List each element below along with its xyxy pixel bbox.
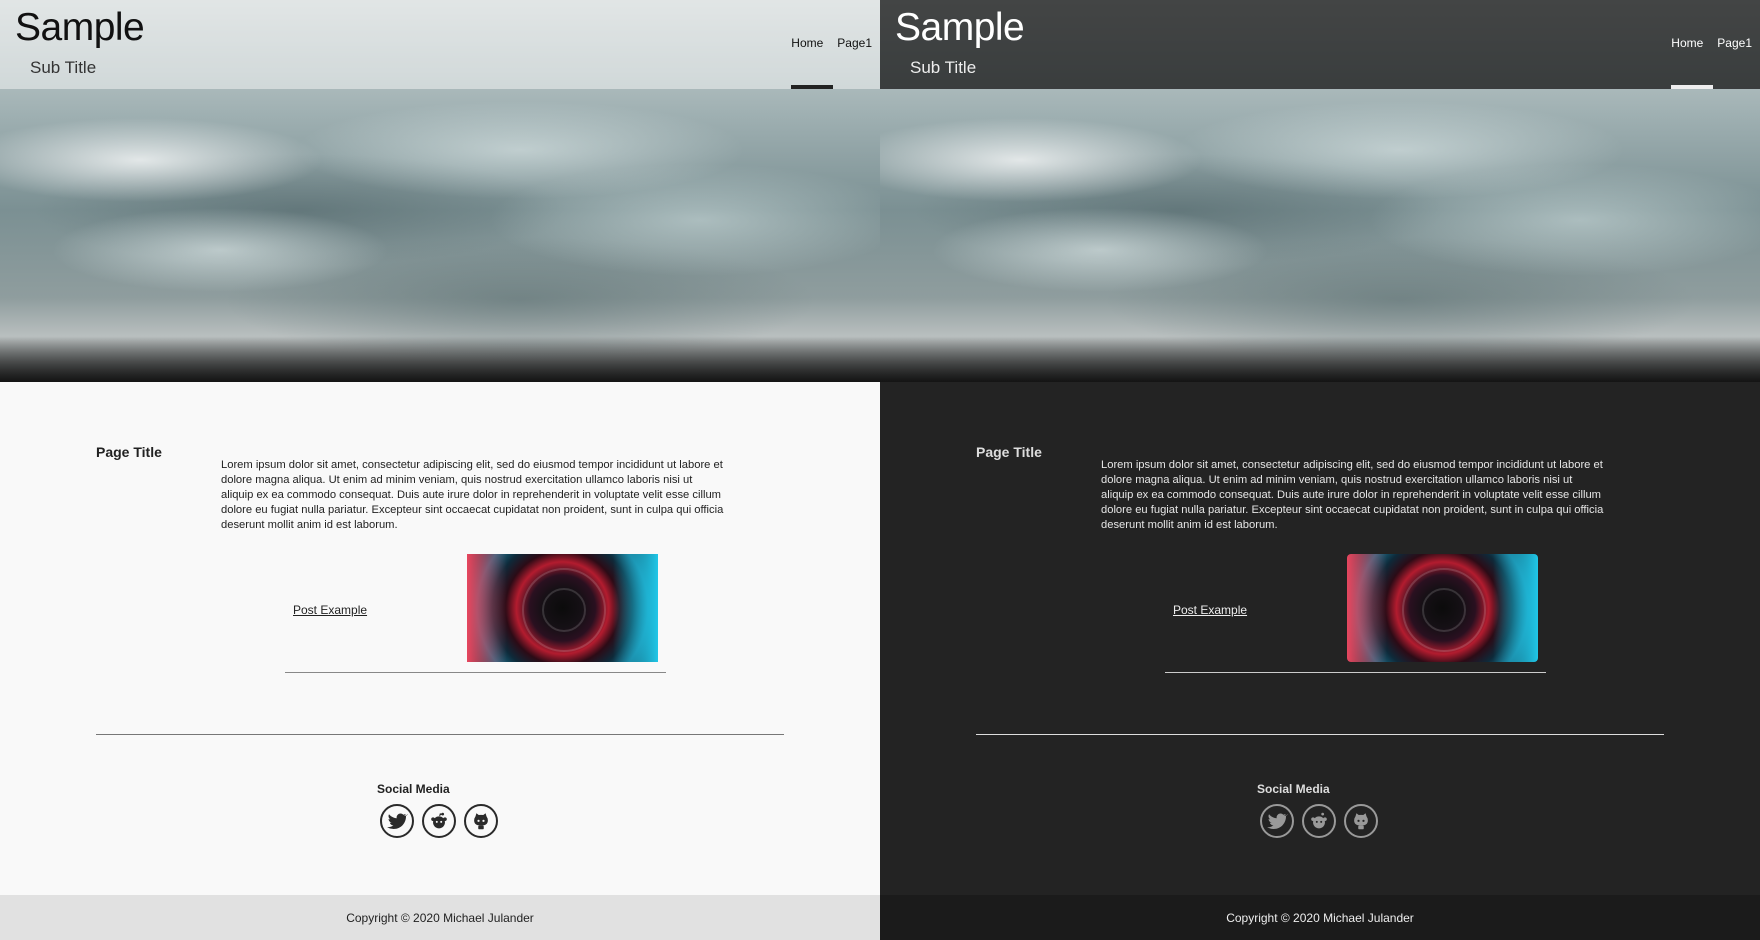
site-footer: Copyright © 2020 Michael Julander [880,895,1760,940]
content-divider [976,734,1664,735]
social-icons [1260,804,1378,838]
nav-page1[interactable]: Page1 [837,36,872,50]
post-thumbnail-image[interactable] [1347,554,1538,662]
lens-glow-right [1493,554,1538,662]
post-divider [1165,672,1546,673]
reddit-icon[interactable] [422,804,456,838]
post-example-link[interactable]: Post Example [293,603,367,617]
social-media-title: Social Media [1257,782,1330,796]
copyright-text: Copyright © 2020 Michael Julander [346,910,534,925]
site-title: Sample [15,6,145,49]
social-icons [380,804,498,838]
post-example-link[interactable]: Post Example [1173,603,1247,617]
page-title: Page Title [96,444,162,460]
page-body-text: Lorem ipsum dolor sit amet, consectetur … [1101,459,1604,531]
nav-home[interactable]: Home [1671,36,1703,50]
post-thumbnail-image[interactable] [467,554,658,662]
reddit-icon[interactable] [1302,804,1336,838]
lens-ring-inner [542,588,586,632]
copyright-text: Copyright © 2020 Michael Julander [1226,910,1414,925]
nav-active-indicator [1671,85,1713,89]
site-subtitle: Sub Title [910,58,977,77]
nav-home[interactable]: Home [791,36,823,50]
twitter-icon[interactable] [1260,804,1294,838]
site-footer: Copyright © 2020 Michael Julander [0,895,880,940]
lens-glow-right [613,554,658,662]
social-media-title: Social Media [377,782,450,796]
site-header: Sample Sub Title Home Page1 [0,0,880,89]
site-title: Sample [895,6,1025,49]
site-subtitle: Sub Title [30,58,97,77]
twitter-icon[interactable] [380,804,414,838]
main-nav: Home Page1 [1671,36,1752,50]
github-icon[interactable] [464,804,498,838]
comparison-view: Sample Sub Title Home Page1 Page Title L… [0,0,1760,940]
nav-active-indicator [791,85,833,89]
page-title: Page Title [976,444,1042,460]
light-theme-page: Sample Sub Title Home Page1 Page Title L… [0,0,880,940]
post-divider [285,672,666,673]
lens-ring-inner [1422,588,1466,632]
content-divider [96,734,784,735]
lens-glow-left [467,554,507,662]
main-nav: Home Page1 [791,36,872,50]
page-body-text: Lorem ipsum dolor sit amet, consectetur … [221,459,724,531]
nav-page1[interactable]: Page1 [1717,36,1752,50]
github-icon[interactable] [1344,804,1378,838]
site-header: Sample Sub Title Home Page1 [880,0,1760,89]
dark-theme-page: Sample Sub Title Home Page1 Page Title L… [880,0,1760,940]
lens-glow-left [1347,554,1387,662]
